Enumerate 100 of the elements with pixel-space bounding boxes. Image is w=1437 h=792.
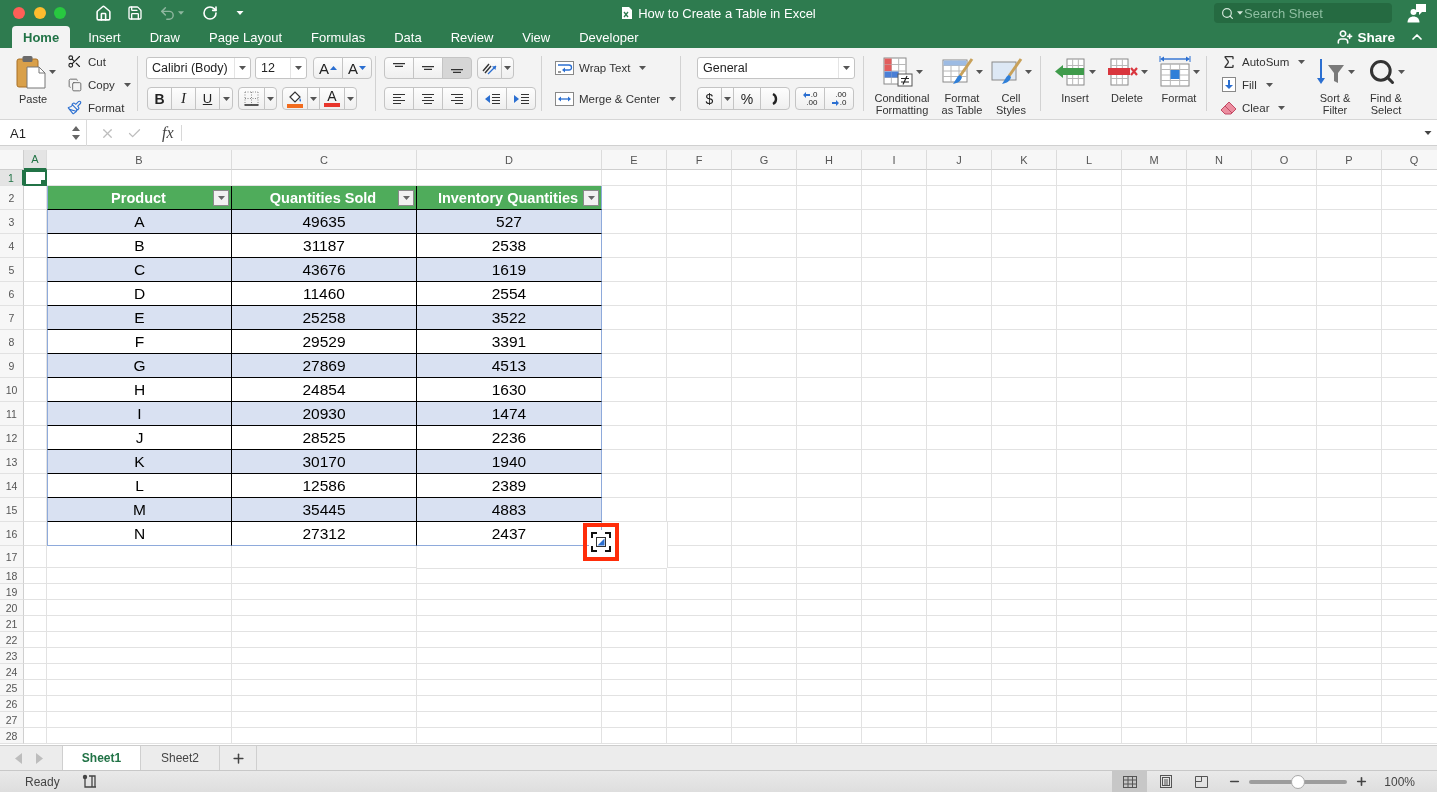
- name-box[interactable]: A1: [0, 120, 87, 146]
- vertical-align-button[interactable]: [384, 57, 414, 79]
- save-icon[interactable]: [126, 5, 143, 21]
- clear-button[interactable]: Clear: [1220, 96, 1312, 119]
- column-header[interactable]: A: [24, 150, 47, 170]
- row-header[interactable]: 27: [0, 712, 24, 728]
- wrap-text-button[interactable]: Wrap Text: [555, 57, 647, 79]
- increase-decimal-button[interactable]: .0 .00: [795, 87, 825, 110]
- row-header[interactable]: 24: [0, 664, 24, 680]
- grow-font-button[interactable]: A: [313, 57, 343, 79]
- vertical-align-button[interactable]: [413, 57, 443, 79]
- fill-button[interactable]: Fill: [1220, 73, 1312, 96]
- decrease-indent-button[interactable]: [477, 87, 507, 110]
- caret-down-icon[interactable]: [235, 11, 244, 15]
- font-name-field[interactable]: Calibri (Body): [146, 57, 251, 79]
- vertical-align-button[interactable]: [442, 57, 472, 79]
- row-header[interactable]: 3: [0, 210, 24, 234]
- column-header[interactable]: C: [232, 150, 417, 170]
- column-header[interactable]: M: [1122, 150, 1187, 170]
- ribbon-tab[interactable]: Home: [12, 26, 71, 48]
- scroll-left-icon[interactable]: [15, 752, 22, 764]
- dropdown-button[interactable]: [344, 87, 357, 110]
- shrink-font-button[interactable]: A: [342, 57, 372, 79]
- quick-analysis-icon[interactable]: [591, 532, 611, 552]
- column-header[interactable]: I: [862, 150, 927, 170]
- row-header[interactable]: 6: [0, 282, 24, 306]
- maximize-button[interactable]: [54, 7, 66, 19]
- align-left-button[interactable]: [384, 87, 414, 110]
- close-button[interactable]: [13, 7, 25, 19]
- row-header[interactable]: 5: [0, 258, 24, 282]
- ribbon-tab[interactable]: Developer: [568, 26, 650, 48]
- align-center-button[interactable]: [413, 87, 443, 110]
- autosum-button[interactable]: AutoSum: [1220, 50, 1312, 73]
- percent-button[interactable]: %: [733, 87, 761, 110]
- row-header[interactable]: 22: [0, 632, 24, 648]
- row-header[interactable]: 1: [0, 170, 24, 186]
- row-header[interactable]: 11: [0, 402, 24, 426]
- row-header[interactable]: 25: [0, 680, 24, 696]
- decrease-decimal-button[interactable]: .00 .0: [824, 87, 854, 110]
- row-header[interactable]: 21: [0, 616, 24, 632]
- redo-icon[interactable]: [201, 5, 218, 21]
- format-button[interactable]: Format: [1154, 48, 1204, 104]
- function-label[interactable]: fx: [162, 124, 174, 142]
- row-header[interactable]: 15: [0, 498, 24, 522]
- macro-record-icon[interactable]: [81, 774, 98, 789]
- row-header[interactable]: 20: [0, 600, 24, 616]
- copy-button[interactable]: Copy: [66, 73, 131, 96]
- normal-view-button[interactable]: [1112, 771, 1148, 792]
- row-header[interactable]: 19: [0, 584, 24, 600]
- row-header[interactable]: 13: [0, 450, 24, 474]
- font-size-field[interactable]: 12: [255, 57, 307, 79]
- caret-down-icon[interactable]: [1424, 131, 1432, 135]
- column-header[interactable]: P: [1317, 150, 1382, 170]
- align-right-button[interactable]: [442, 87, 472, 110]
- active-cell[interactable]: [24, 170, 47, 186]
- stepper-icon[interactable]: [72, 126, 80, 140]
- ribbon-tab[interactable]: Data: [383, 26, 433, 48]
- insert-button[interactable]: Insert: [1050, 48, 1100, 104]
- column-header[interactable]: D: [417, 150, 602, 170]
- person-bubble-icon[interactable]: [1407, 3, 1427, 23]
- cell-styles-button[interactable]: Cell Styles: [990, 48, 1032, 116]
- row-header[interactable]: 8: [0, 330, 24, 354]
- conditional-formatting-button[interactable]: Conditional Formatting: [870, 48, 934, 116]
- ribbon-tab[interactable]: View: [511, 26, 562, 48]
- undo-icon[interactable]: [158, 4, 176, 22]
- find-select-button[interactable]: Find & Select: [1363, 48, 1409, 116]
- slider-thumb[interactable]: [1291, 774, 1306, 789]
- scroll-right-icon[interactable]: [36, 752, 43, 764]
- filter-button[interactable]: [583, 189, 599, 206]
- cut-button[interactable]: Cut: [66, 50, 131, 73]
- column-header[interactable]: N: [1187, 150, 1252, 170]
- format-as-table-button[interactable]: Format as Table: [939, 48, 985, 116]
- filter-button[interactable]: [398, 189, 414, 206]
- row-header[interactable]: 9: [0, 354, 24, 378]
- italic-button[interactable]: I: [171, 87, 196, 110]
- row-header[interactable]: 26: [0, 696, 24, 712]
- increase-indent-button[interactable]: [506, 87, 536, 110]
- row-header[interactable]: 7: [0, 306, 24, 330]
- dropdown-button[interactable]: [501, 57, 514, 79]
- merge-center-button[interactable]: Merge & Center: [555, 87, 677, 110]
- row-header[interactable]: 16: [0, 522, 24, 546]
- underline-button[interactable]: U: [195, 87, 220, 110]
- row-header[interactable]: 28: [0, 728, 24, 744]
- ribbon-tab[interactable]: Insert: [77, 26, 132, 48]
- row-header[interactable]: 4: [0, 234, 24, 258]
- column-header[interactable]: H: [797, 150, 862, 170]
- orientation-button[interactable]: [477, 57, 502, 79]
- row-header[interactable]: 2: [0, 186, 24, 210]
- row-header[interactable]: 18: [0, 568, 24, 584]
- column-header[interactable]: L: [1057, 150, 1122, 170]
- column-header[interactable]: E: [602, 150, 667, 170]
- search-field[interactable]: Search Sheet: [1214, 3, 1392, 23]
- ribbon-tab[interactable]: Review: [439, 26, 505, 48]
- filter-button[interactable]: [213, 189, 229, 206]
- column-header[interactable]: J: [927, 150, 992, 170]
- currency-button[interactable]: $: [697, 87, 722, 110]
- format-painter-button[interactable]: Format: [66, 96, 131, 119]
- ribbon-tab[interactable]: Formulas: [300, 26, 377, 48]
- dropdown-button[interactable]: [219, 87, 233, 110]
- font-color-button[interactable]: A: [319, 87, 345, 110]
